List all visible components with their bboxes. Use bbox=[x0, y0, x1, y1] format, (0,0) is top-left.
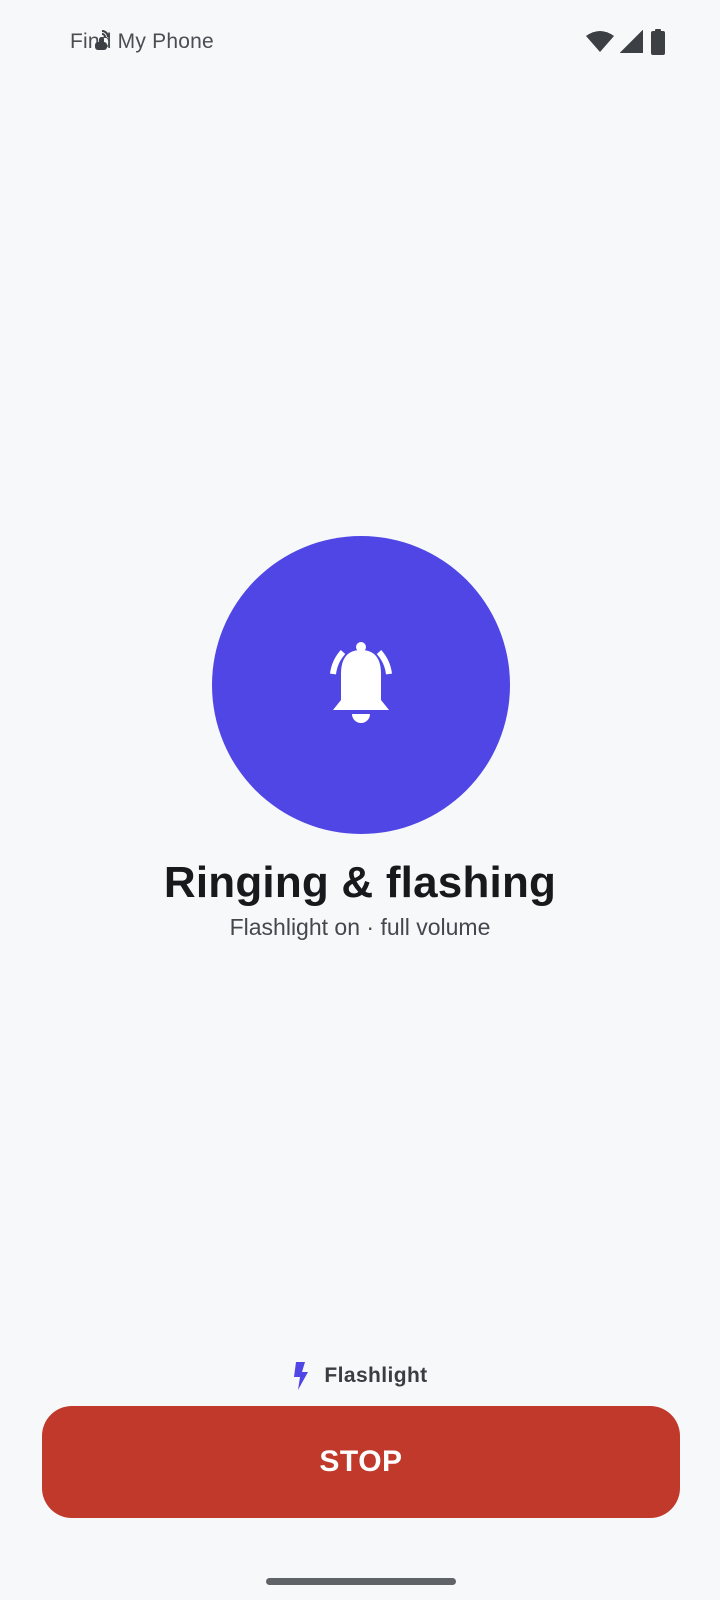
stop-button[interactable]: STOP bbox=[42, 1406, 680, 1518]
flashlight-label: Flashlight bbox=[324, 1364, 428, 1387]
notification-hand-icon bbox=[95, 30, 109, 50]
status-title: Ringing & flashing bbox=[163, 858, 557, 907]
lightning-bolt-icon bbox=[294, 1362, 309, 1390]
wifi-icon bbox=[586, 31, 614, 52]
home-indicator[interactable] bbox=[266, 1578, 456, 1585]
bell-ringing-icon bbox=[330, 642, 392, 723]
battery-icon bbox=[651, 29, 665, 55]
status-icons bbox=[586, 28, 666, 56]
status-subtitle: Flashlight on · full volume bbox=[229, 914, 491, 940]
status-bar: Find My Phone bbox=[0, 0, 720, 90]
cellular-signal-icon bbox=[620, 30, 643, 53]
flashlight-toggle[interactable]: Flashlight bbox=[0, 1358, 720, 1394]
